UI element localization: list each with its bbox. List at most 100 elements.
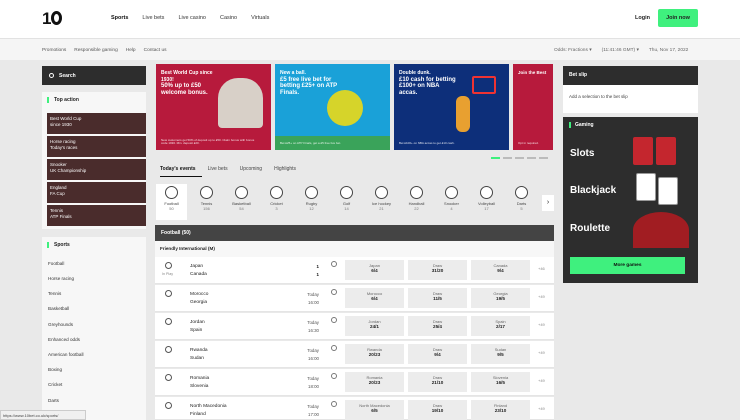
time-select[interactable]: (11:41:46 GMT) ▾ xyxy=(602,48,639,53)
sport-filter-cricket[interactable]: Cricket 3 xyxy=(261,184,292,220)
odds-home-button[interactable]: Morocco 6/4 xyxy=(345,288,404,308)
sub-bar: Promotions Responsible gaming Help Conta… xyxy=(0,38,740,60)
odds-home-button[interactable]: Romania 20/23 xyxy=(345,372,404,392)
match-row[interactable]: In Play Japan Canada 11 Japan 6/4 Draw 31/2… xyxy=(155,257,554,284)
tab-todays-events[interactable]: Today's events xyxy=(160,166,196,172)
help-link[interactable]: Help xyxy=(126,48,136,53)
contact-link[interactable]: Contact us xyxy=(144,48,167,53)
sports-menu-item[interactable]: Darts xyxy=(48,398,59,403)
game-blackjack[interactable]: Blackjack xyxy=(570,185,616,196)
sport-filter-golf[interactable]: Golf 14 xyxy=(331,184,362,220)
odds-draw-button[interactable]: Draw 11/5 xyxy=(408,288,467,308)
stats-icon[interactable] xyxy=(331,261,337,267)
sports-menu-item[interactable]: Tennis xyxy=(48,291,61,296)
carousel-dot[interactable] xyxy=(515,157,524,159)
carousel-dot[interactable] xyxy=(527,157,536,159)
sports-menu-item[interactable]: Greyhounds xyxy=(48,322,73,327)
sport-filter-football[interactable]: Football 50 xyxy=(156,184,187,220)
match-row[interactable]: Romania Slovenia Today 18:00 Romania 20/23 … xyxy=(155,369,554,396)
tab-highlights[interactable]: Highlights xyxy=(274,166,296,172)
game-slots[interactable]: Slots xyxy=(570,148,594,159)
nav-sports[interactable]: Sports xyxy=(111,15,128,21)
promo-banner-partial[interactable]: Join the Best Opt in required. xyxy=(513,64,553,150)
competition-header[interactable]: Friendly International (M) xyxy=(155,241,554,257)
top-action-tile[interactable]: Snooker UK Championship xyxy=(47,159,146,180)
sport-filter-volleyball[interactable]: Volleyball 17 xyxy=(471,184,502,220)
tab-upcoming[interactable]: Upcoming xyxy=(240,166,263,172)
sport-filter-tennis[interactable]: Tennis 156 xyxy=(191,184,222,220)
stats-icon[interactable] xyxy=(331,373,337,379)
stats-icon[interactable] xyxy=(331,345,337,351)
top-action-tile[interactable]: Horse racing Today's races xyxy=(47,136,146,157)
sports-menu-item[interactable]: Horse racing xyxy=(48,276,74,281)
odds-draw-button[interactable]: Draw 19/10 xyxy=(408,400,467,420)
football-icon xyxy=(165,290,172,297)
top-action-tile[interactable]: England FA Cup xyxy=(47,182,146,203)
sport-filter-basketball[interactable]: Basketball 54 xyxy=(226,184,257,220)
join-now-button[interactable]: Join now xyxy=(658,9,698,27)
more-markets-link[interactable]: +49 xyxy=(538,294,545,299)
promo-banner-tennis[interactable]: New a ball. £5 free live bet for betting … xyxy=(275,64,390,150)
promo-banner-world-cup[interactable]: Best World Cup since 1930! 50% up to £50 … xyxy=(156,64,271,150)
promo-banner-nba[interactable]: Double dunk. £10 cash for betting £100+ o… xyxy=(394,64,509,150)
more-games-button[interactable]: More games xyxy=(570,257,685,274)
odds-home-button[interactable]: Jordan 24/1 xyxy=(345,316,404,336)
more-markets-link[interactable]: +49 xyxy=(538,378,545,383)
more-markets-link[interactable]: +49 xyxy=(538,406,545,411)
sport-filter-handball[interactable]: Handball 22 xyxy=(401,184,432,220)
roulette-wheel-image xyxy=(633,212,689,248)
more-markets-link[interactable]: +49 xyxy=(538,350,545,355)
odds-away-button[interactable]: Spain 2/17 xyxy=(471,316,530,336)
more-markets-link[interactable]: +46 xyxy=(538,266,545,271)
odds-draw-button[interactable]: Draw 9/4 xyxy=(408,344,467,364)
sport-filter-darts[interactable]: Darts 5 xyxy=(506,184,537,220)
tab-live-bets[interactable]: Live bets xyxy=(208,166,228,172)
odds-away-button[interactable]: Canada 9/4 xyxy=(471,260,530,280)
brand-logo[interactable]: 101 xyxy=(42,9,63,29)
sport-filter-ice-hockey[interactable]: Ice hockey 21 xyxy=(366,184,397,220)
stats-icon[interactable] xyxy=(331,289,337,295)
odds-away-button[interactable]: Slovenia 16/5 xyxy=(471,372,530,392)
odds-draw-button[interactable]: Draw 31/20 xyxy=(408,260,467,280)
sports-menu-item[interactable]: Enhanced odds xyxy=(48,337,80,342)
stats-icon[interactable] xyxy=(331,317,337,323)
odds-draw-button[interactable]: Draw 21/10 xyxy=(408,372,467,392)
nav-virtuals[interactable]: Virtuals xyxy=(251,15,269,21)
match-row[interactable]: North Macedonia Finland Today 17:00 North … xyxy=(155,397,554,420)
carousel-dot[interactable] xyxy=(539,157,548,159)
top-action-tile[interactable]: Best World Cup since 1930 xyxy=(47,113,146,134)
top-action-tile[interactable]: Tennis ATP Finals xyxy=(47,205,146,226)
promotions-link[interactable]: Promotions xyxy=(42,48,66,53)
nav-casino[interactable]: Casino xyxy=(220,15,237,21)
sport-filter-snooker[interactable]: Snooker 4 xyxy=(436,184,467,220)
odds-home-button[interactable]: Japan 6/4 xyxy=(345,260,404,280)
carousel-dot[interactable] xyxy=(503,157,512,159)
more-markets-link[interactable]: +49 xyxy=(538,322,545,327)
nav-live-bets[interactable]: Live bets xyxy=(142,15,164,21)
chevron-right-icon[interactable]: › xyxy=(542,195,554,211)
sports-menu-item[interactable]: Cricket xyxy=(48,382,62,387)
odds-away-button[interactable]: Georgia 19/5 xyxy=(471,288,530,308)
game-roulette[interactable]: Roulette xyxy=(570,223,610,234)
odds-home-button[interactable]: North Macedonia 6/5 xyxy=(345,400,404,420)
responsible-gaming-link[interactable]: Responsible gaming xyxy=(74,48,117,53)
sports-menu-item[interactable]: Basketball xyxy=(48,306,69,311)
odds-draw-button[interactable]: Draw 25/4 xyxy=(408,316,467,336)
match-row[interactable]: Rwanda Sudan Today 16:00 Rwanda 20/23 Draw 9… xyxy=(155,341,554,368)
sports-menu-item[interactable]: American football xyxy=(48,352,84,357)
football-section-header[interactable]: Football (50) xyxy=(155,225,554,241)
odds-home-button[interactable]: Rwanda 20/23 xyxy=(345,344,404,364)
match-row[interactable]: Jordan Spain Today 16:30 Jordan 24/1 Draw 25… xyxy=(155,313,554,340)
sports-menu-item[interactable]: Boxing xyxy=(48,367,62,372)
search-button[interactable]: Search xyxy=(42,66,146,85)
match-row[interactable]: Morocco Georgia Today 16:00 Morocco 6/4 Dra… xyxy=(155,285,554,312)
odds-away-button[interactable]: Sudan 9/5 xyxy=(471,344,530,364)
stats-icon[interactable] xyxy=(331,401,337,407)
odds-away-button[interactable]: Finland 23/10 xyxy=(471,400,530,420)
nav-live-casino[interactable]: Live casino xyxy=(178,15,206,21)
login-link[interactable]: Login xyxy=(635,15,650,21)
sports-menu-item[interactable]: Football xyxy=(48,261,64,266)
carousel-dot[interactable] xyxy=(491,157,500,159)
odds-format-select[interactable]: Odds: Fractions ▾ xyxy=(554,48,592,53)
sport-filter-rugby[interactable]: Rugby 12 xyxy=(296,184,327,220)
